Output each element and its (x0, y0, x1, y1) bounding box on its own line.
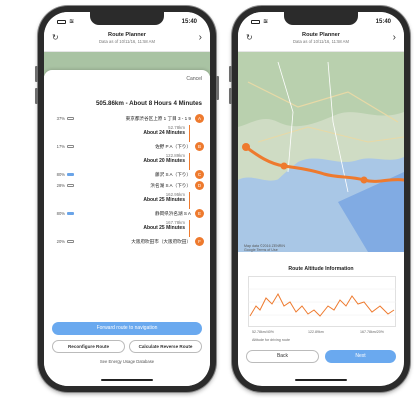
battery-level: 20% (50, 237, 74, 246)
altitude-chart: 52.78km/40% 122.89km 167.78km/20% (248, 276, 396, 336)
map-attribution: Map data ©2016 ZENRIN Google Terms of Us… (244, 244, 285, 253)
battery-icon (67, 172, 74, 177)
calculate-reverse-route-button[interactable]: Calculate Reverse Route (129, 340, 202, 353)
stop-name: 藤沢 S A（下り） (155, 172, 191, 177)
battery-level: 80% (50, 209, 74, 218)
battery-icon (57, 19, 66, 24)
route-stop[interactable]: 20% 大阪府吹田市（大阪府吹田） F (50, 237, 204, 248)
app-header: ↻ Route Planner Data as of 10/11/16, 11:… (44, 28, 210, 52)
battery-icon (251, 19, 260, 24)
chevron-right-icon[interactable]: › (199, 33, 202, 43)
axis-label: 167.78km/20% (360, 330, 385, 334)
reload-icon[interactable]: ↻ (52, 34, 59, 42)
battery-icon (67, 144, 74, 149)
notch (90, 12, 164, 25)
reload-icon[interactable]: ↻ (246, 34, 253, 42)
stop-name: 大阪府吹田市（大阪府吹田） (131, 239, 191, 244)
leg-time: About 25 Minutes (143, 196, 185, 203)
wifi-icon: ≋ (263, 19, 269, 25)
stop-name: 静岡県浜名湖 S A (155, 211, 191, 216)
data-timestamp: Data as of 10/11/16, 11:58 AM (99, 39, 155, 44)
stop-name: 浜名湖 S A（下り） (150, 183, 191, 188)
screen-route-planner: ≋ 15:40 ↻ Route Planner Data as of 10/11… (44, 12, 210, 386)
volume-button (229, 88, 232, 104)
altitude-graph: 52.78km/40% 122.89km 167.78km/20% (248, 276, 396, 334)
status-icons: ≋ (57, 18, 74, 25)
energy-usage-link[interactable]: See Energy Usage Database (44, 359, 210, 364)
route-leg[interactable]: 122.89km About 20 Minutes (50, 153, 204, 170)
battery-level: 17% (50, 142, 74, 151)
page-title: Route Planner (108, 32, 146, 38)
battery-level: 37% (50, 114, 74, 123)
cancel-button[interactable]: Cancel (186, 76, 202, 82)
status-time: 15:40 (181, 18, 197, 25)
route-sheet: Cancel 505.86km - About 8 Hours 4 Minute… (44, 70, 210, 386)
chevron-right-icon[interactable]: › (393, 33, 396, 43)
battery-icon (67, 239, 74, 244)
power-button (216, 76, 219, 100)
stop-name: 東京都渋谷区上原 1 丁目 3 - 1 9 (125, 116, 191, 121)
home-indicator (295, 378, 347, 381)
battery-level: 80% (50, 170, 74, 179)
volume-button (35, 66, 38, 82)
phone-frame-left: ≋ 15:40 ↻ Route Planner Data as of 10/11… (35, 6, 219, 392)
battery-icon (67, 211, 74, 216)
route-stop[interactable]: 80% 静岡県浜名湖 S A E (50, 209, 204, 220)
route-line (189, 220, 190, 237)
volume-button (229, 66, 232, 82)
route-list: 37% 東京都渋谷区上原 1 丁目 3 - 1 9 A 52.78km Abou… (50, 114, 204, 304)
map-pin-icon: B (195, 142, 204, 151)
route-summary: 505.86km - About 8 Hours 4 Minutes (95, 100, 202, 107)
reconfigure-route-button[interactable]: Reconfigure Route (52, 340, 125, 353)
route-stop[interactable]: 17% 佐野 P A（下り） B (50, 142, 204, 153)
forward-route-button[interactable]: Forward route to navigation (52, 322, 202, 335)
map-pin-icon: D (195, 181, 204, 190)
screen-route-detail: ≋ 15:40 ↻ Route Planner Data as of 10/11… (238, 12, 404, 386)
leg-time: About 25 Minutes (143, 224, 185, 231)
status-icons: ≋ (251, 18, 268, 25)
next-button[interactable]: Next (325, 350, 396, 363)
route-line (189, 192, 190, 209)
phone-frame-right: ≋ 15:40 ↻ Route Planner Data as of 10/11… (229, 6, 410, 392)
leg-time: About 20 Minutes (143, 157, 185, 164)
battery-icon (67, 116, 74, 121)
altitude-title: Route Altitude Information (288, 266, 354, 272)
route-line (189, 153, 190, 170)
altitude-legend: Altitude for driving route (252, 338, 290, 342)
route-stop[interactable]: 28% 浜名湖 S A（下り） D (50, 181, 204, 192)
route-leg[interactable]: 167.78km About 25 Minutes (50, 220, 204, 237)
axis-label: 122.89km (308, 330, 324, 334)
stop-name: 佐野 P A（下り） (155, 144, 191, 149)
app-header: ↻ Route Planner Data as of 10/11/16, 11:… (238, 28, 404, 52)
route-stop[interactable]: 37% 東京都渋谷区上原 1 丁目 3 - 1 9 A (50, 114, 204, 125)
map-graphic (238, 52, 404, 252)
notch (284, 12, 358, 25)
route-leg[interactable]: 52.78km About 24 Minutes (50, 125, 204, 142)
route-map[interactable] (238, 52, 404, 252)
data-timestamp: Data as of 10/11/16, 11:58 AM (293, 39, 349, 44)
wifi-icon: ≋ (69, 19, 75, 25)
battery-level: 28% (50, 181, 74, 190)
route-leg[interactable]: 162.95km About 25 Minutes (50, 192, 204, 209)
navigation-buttons: Back Next (246, 350, 396, 363)
map-pin-icon: A (195, 114, 204, 123)
back-button[interactable]: Back (246, 350, 319, 363)
status-time: 15:40 (375, 18, 391, 25)
axis-label: 52.78km/40% (252, 330, 275, 334)
home-indicator (101, 378, 153, 381)
battery-icon (67, 183, 74, 188)
route-line (189, 125, 190, 142)
page-title: Route Planner (302, 32, 340, 38)
route-actions: Reconfigure Route Calculate Reverse Rout… (52, 340, 202, 353)
leg-time: About 24 Minutes (143, 129, 185, 136)
map-pin-icon: F (195, 237, 204, 246)
route-stop[interactable]: 80% 藤沢 S A（下り） C (50, 170, 204, 181)
map-pin-icon: E (195, 209, 204, 218)
volume-button (35, 88, 38, 104)
map-pin-icon: C (195, 170, 204, 179)
